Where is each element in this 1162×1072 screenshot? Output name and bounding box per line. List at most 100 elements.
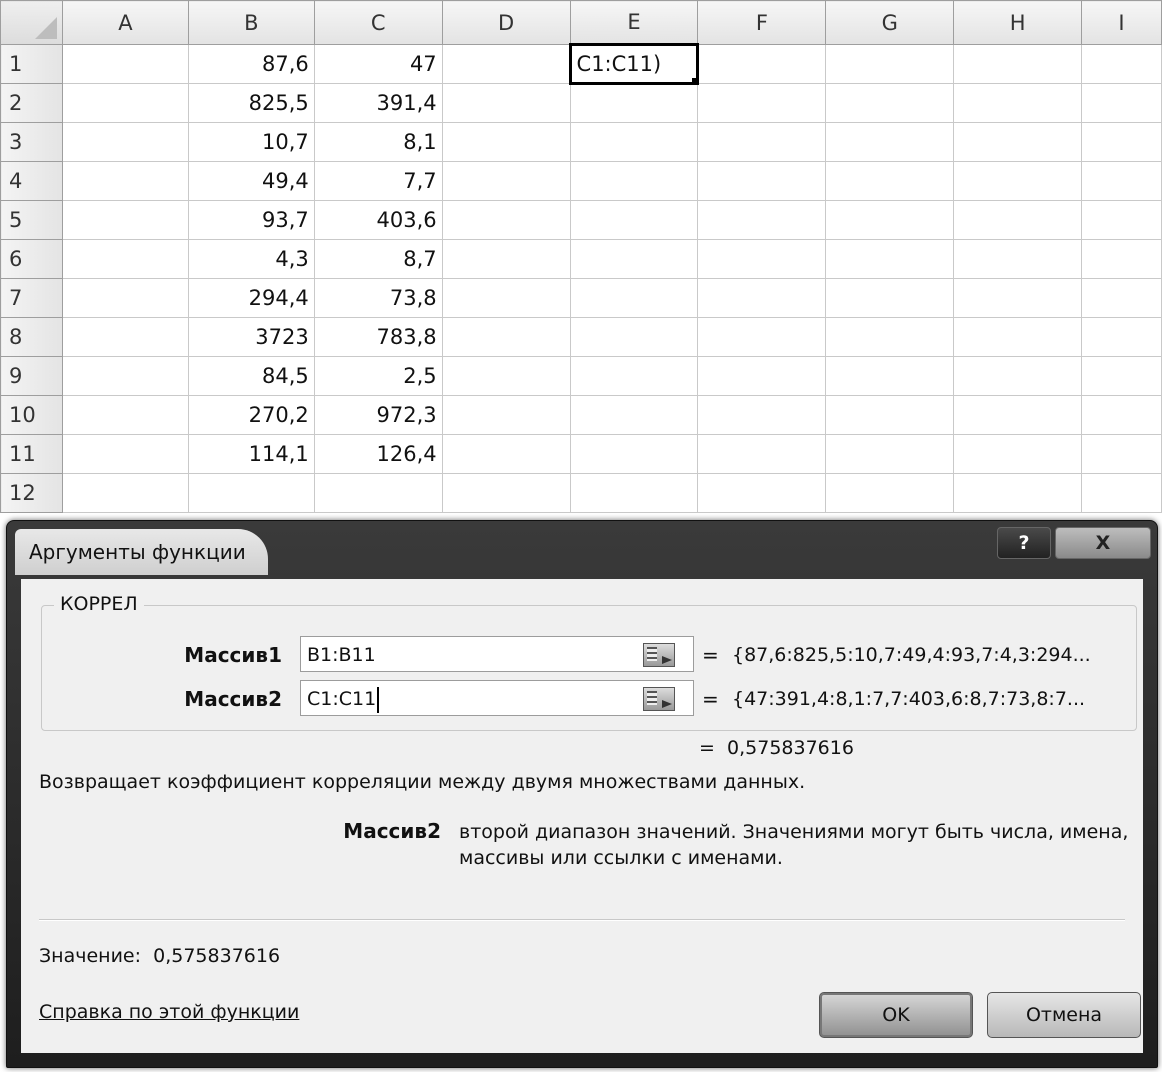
cell-d4[interactable] <box>441 161 571 201</box>
cell-f5[interactable] <box>697 200 827 240</box>
cell-h1[interactable] <box>953 44 1083 84</box>
cell-i3[interactable] <box>1081 122 1162 162</box>
cell-c8[interactable]: 783,8 <box>313 317 443 357</box>
cancel-button[interactable]: Отмена <box>987 992 1141 1038</box>
row-header[interactable]: 2 <box>0 83 63 123</box>
cell-a12[interactable] <box>61 473 189 513</box>
cell-b1[interactable]: 87,6 <box>187 44 315 84</box>
cell-b12[interactable] <box>187 473 315 513</box>
cell-a2[interactable] <box>61 83 189 123</box>
cell-i10[interactable] <box>1081 395 1162 435</box>
cell-f4[interactable] <box>697 161 827 201</box>
cell-g11[interactable] <box>825 434 955 474</box>
cell-e1[interactable]: C1:C11) <box>568 43 700 85</box>
function-help-link[interactable]: Справка по этой функции <box>39 1001 299 1023</box>
cell-f11[interactable] <box>697 434 827 474</box>
cell-a5[interactable] <box>61 200 189 240</box>
cell-e11[interactable] <box>569 434 699 474</box>
cell-c6[interactable]: 8,7 <box>313 239 443 279</box>
cell-f7[interactable] <box>697 278 827 318</box>
column-header-b[interactable]: B <box>187 0 315 45</box>
argument-input-2[interactable]: C1:C11 <box>300 680 694 716</box>
row-header[interactable]: 6 <box>0 239 63 279</box>
cell-i1[interactable] <box>1081 44 1162 84</box>
ok-button[interactable]: OK <box>819 992 973 1038</box>
row-header[interactable]: 7 <box>0 278 63 318</box>
column-header-h[interactable]: H <box>953 0 1083 45</box>
cell-e8[interactable] <box>569 317 699 357</box>
cell-f8[interactable] <box>697 317 827 357</box>
help-button[interactable]: ? <box>997 527 1051 559</box>
cell-e5[interactable] <box>569 200 699 240</box>
cell-b9[interactable]: 84,5 <box>187 356 315 396</box>
column-header-f[interactable]: F <box>697 0 827 45</box>
cell-c3[interactable]: 8,1 <box>313 122 443 162</box>
fill-handle[interactable] <box>691 77 695 81</box>
cell-c2[interactable]: 391,4 <box>313 83 443 123</box>
cell-b8[interactable]: 3723 <box>187 317 315 357</box>
cell-g9[interactable] <box>825 356 955 396</box>
cell-b11[interactable]: 114,1 <box>187 434 315 474</box>
row-header[interactable]: 5 <box>0 200 63 240</box>
cell-h2[interactable] <box>953 83 1083 123</box>
cell-f10[interactable] <box>697 395 827 435</box>
cell-g4[interactable] <box>825 161 955 201</box>
cell-b10[interactable]: 270,2 <box>187 395 315 435</box>
cell-a9[interactable] <box>61 356 189 396</box>
row-header[interactable]: 12 <box>0 473 63 513</box>
cell-d12[interactable] <box>441 473 571 513</box>
argument-input-1[interactable]: B1:B11 <box>300 636 694 672</box>
cell-a7[interactable] <box>61 278 189 318</box>
cell-g5[interactable] <box>825 200 955 240</box>
cell-f1[interactable] <box>697 44 827 84</box>
cell-e10[interactable] <box>569 395 699 435</box>
cell-a8[interactable] <box>61 317 189 357</box>
cell-b6[interactable]: 4,3 <box>187 239 315 279</box>
cell-g2[interactable] <box>825 83 955 123</box>
cell-f12[interactable] <box>697 473 827 513</box>
cell-f9[interactable] <box>697 356 827 396</box>
cell-c11[interactable]: 126,4 <box>313 434 443 474</box>
select-all-corner[interactable] <box>0 0 63 45</box>
cell-e4[interactable] <box>569 161 699 201</box>
cell-d5[interactable] <box>441 200 571 240</box>
cell-g3[interactable] <box>825 122 955 162</box>
cell-a6[interactable] <box>61 239 189 279</box>
cell-b3[interactable]: 10,7 <box>187 122 315 162</box>
column-header-i[interactable]: I <box>1081 0 1162 45</box>
cell-e9[interactable] <box>569 356 699 396</box>
cell-i5[interactable] <box>1081 200 1162 240</box>
cell-i12[interactable] <box>1081 473 1162 513</box>
row-header[interactable]: 8 <box>0 317 63 357</box>
cell-i7[interactable] <box>1081 278 1162 318</box>
cell-h4[interactable] <box>953 161 1083 201</box>
collapse-dialog-button-1[interactable] <box>638 640 680 670</box>
cell-h5[interactable] <box>953 200 1083 240</box>
cell-e12[interactable] <box>569 473 699 513</box>
cell-a4[interactable] <box>61 161 189 201</box>
cell-c5[interactable]: 403,6 <box>313 200 443 240</box>
cell-d10[interactable] <box>441 395 571 435</box>
row-header[interactable]: 1 <box>0 44 63 84</box>
cell-g8[interactable] <box>825 317 955 357</box>
cell-c1[interactable]: 47 <box>313 44 443 84</box>
cell-h11[interactable] <box>953 434 1083 474</box>
cell-e3[interactable] <box>569 122 699 162</box>
cell-c9[interactable]: 2,5 <box>313 356 443 396</box>
cell-d1[interactable] <box>441 44 571 84</box>
cell-h7[interactable] <box>953 278 1083 318</box>
cell-d8[interactable] <box>441 317 571 357</box>
column-header-g[interactable]: G <box>825 0 955 45</box>
row-header[interactable]: 4 <box>0 161 63 201</box>
cell-a1[interactable] <box>61 44 189 84</box>
column-header-e[interactable]: E <box>569 0 699 45</box>
cell-h12[interactable] <box>953 473 1083 513</box>
cell-c4[interactable]: 7,7 <box>313 161 443 201</box>
row-header[interactable]: 3 <box>0 122 63 162</box>
cell-d2[interactable] <box>441 83 571 123</box>
cell-h6[interactable] <box>953 239 1083 279</box>
cell-h10[interactable] <box>953 395 1083 435</box>
cell-i4[interactable] <box>1081 161 1162 201</box>
cell-g1[interactable] <box>825 44 955 84</box>
cell-i2[interactable] <box>1081 83 1162 123</box>
